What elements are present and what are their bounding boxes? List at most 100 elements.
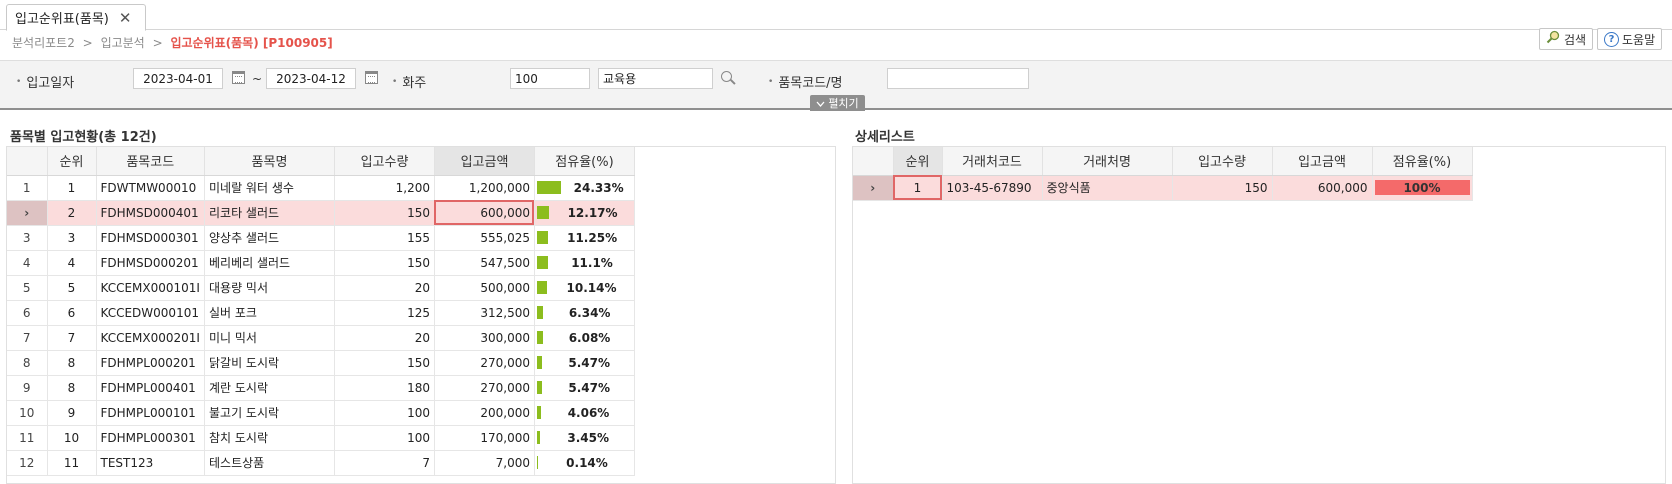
name-cell[interactable]: 대용량 믹서 — [204, 275, 335, 301]
name-cell[interactable]: 실버 포크 — [204, 300, 335, 326]
code-cell[interactable]: FDHMSD000201 — [96, 250, 205, 276]
rank-cell[interactable]: 1 — [47, 175, 97, 201]
column-header-qty[interactable]: 입고수량 — [334, 147, 435, 176]
rank-cell[interactable]: 5 — [47, 275, 97, 301]
share-cell[interactable]: 5.47% — [534, 350, 635, 376]
amount-cell[interactable]: 555,025 — [434, 225, 535, 251]
share-cell[interactable]: 11.25% — [534, 225, 635, 251]
row-index-cell[interactable]: 6 — [7, 300, 48, 326]
table-row[interactable]: › 2 FDHMSD000401 리코타 샐러드 150 600,000 12.17% — [7, 200, 635, 226]
table-row[interactable]: 4 4 FDHMSD000201 베리베리 샐러드 150 547,500 11.1% — [7, 250, 635, 276]
row-index-cell[interactable]: 10 — [7, 400, 48, 426]
column-header-code[interactable]: 품목코드 — [96, 147, 205, 176]
column-header-vendor-code[interactable]: 거래처코드 — [942, 147, 1043, 176]
help-button[interactable]: ? 도움말 — [1597, 28, 1663, 50]
rank-cell[interactable]: 1 — [893, 175, 943, 201]
share-cell[interactable]: 3.45% — [534, 425, 635, 451]
amount-cell[interactable]: 300,000 — [434, 325, 535, 351]
qty-cell[interactable]: 150 — [1172, 175, 1273, 201]
rank-cell[interactable]: 9 — [47, 400, 97, 426]
rank-cell[interactable]: 8 — [47, 375, 97, 401]
table-row[interactable]: 11 10 FDHMPL000301 참치 도시락 100 170,000 3.45% — [7, 425, 635, 451]
qty-cell[interactable]: 20 — [334, 325, 435, 351]
code-cell[interactable]: FDHMSD000401 — [96, 200, 205, 226]
table-row[interactable]: 9 8 FDHMPL000401 계란 도시락 180 270,000 5.47% — [7, 375, 635, 401]
qty-cell[interactable]: 155 — [334, 225, 435, 251]
row-index-cell[interactable]: 11 — [7, 425, 48, 451]
amount-cell[interactable]: 270,000 — [434, 375, 535, 401]
share-cell[interactable]: 6.08% — [534, 325, 635, 351]
column-header-rank[interactable]: 순위 — [47, 147, 97, 176]
qty-cell[interactable]: 150 — [334, 200, 435, 226]
code-cell[interactable]: 103-45-67890 — [942, 175, 1043, 201]
breadcrumb-item[interactable]: 분석리포트2 — [12, 36, 75, 50]
row-index-cell[interactable]: 5 — [7, 275, 48, 301]
amount-cell[interactable]: 270,000 — [434, 350, 535, 376]
name-cell[interactable]: 테스트상품 — [204, 450, 335, 476]
name-cell[interactable]: 양상추 샐러드 — [204, 225, 335, 251]
table-row[interactable]: 5 5 KCCEMX000101I 대용량 믹서 20 500,000 10.14% — [7, 275, 635, 301]
amount-cell[interactable]: 1,200,000 — [434, 175, 535, 201]
row-index-cell[interactable]: 1 — [7, 175, 48, 201]
rank-cell[interactable]: 3 — [47, 225, 97, 251]
code-cell[interactable]: KCCEMX000101I — [96, 275, 205, 301]
share-cell[interactable]: 11.1% — [534, 250, 635, 276]
name-cell[interactable]: 리코타 샐러드 — [204, 200, 335, 226]
rank-cell[interactable]: 8 — [47, 350, 97, 376]
rank-cell[interactable]: 4 — [47, 250, 97, 276]
qty-cell[interactable]: 7 — [334, 450, 435, 476]
column-header-share[interactable]: 점유율(%) — [534, 147, 635, 176]
share-cell[interactable]: 5.47% — [534, 375, 635, 401]
table-row[interactable]: 6 6 KCCEDW000101 실버 포크 125 312,500 6.34% — [7, 300, 635, 326]
date-to-input[interactable]: 2023-04-12 — [266, 68, 356, 89]
row-index-cell[interactable]: 8 — [7, 350, 48, 376]
table-row[interactable]: 7 7 KCCEMX000201I 미니 믹서 20 300,000 6.08% — [7, 325, 635, 351]
tab-stock-ranking[interactable]: 입고순위표(품목) ✕ — [6, 4, 146, 31]
amount-cell[interactable]: 7,000 — [434, 450, 535, 476]
rank-cell[interactable]: 10 — [47, 425, 97, 451]
amount-cell[interactable]: 500,000 — [434, 275, 535, 301]
rank-cell[interactable]: 7 — [47, 325, 97, 351]
table-row[interactable]: 1 1 FDWTMW00010 미네랄 워터 생수 1,200 1,200,000 24.3… — [7, 175, 635, 201]
row-index-cell[interactable]: › — [7, 200, 48, 226]
row-index-cell[interactable]: 9 — [7, 375, 48, 401]
item-code-input[interactable] — [887, 68, 1029, 89]
owner-code-input[interactable]: 100 — [510, 68, 590, 89]
name-cell[interactable]: 닭갈비 도시락 — [204, 350, 335, 376]
qty-cell[interactable]: 20 — [334, 275, 435, 301]
share-cell[interactable]: 12.17% — [534, 200, 635, 226]
name-cell[interactable]: 계란 도시락 — [204, 375, 335, 401]
share-cell[interactable]: 4.06% — [534, 400, 635, 426]
search-button[interactable]: 검색 — [1539, 28, 1594, 50]
table-row[interactable]: 10 9 FDHMPL000101 불고기 도시락 100 200,000 4.06% — [7, 400, 635, 426]
name-cell[interactable]: 미니 믹서 — [204, 325, 335, 351]
code-cell[interactable]: FDHMPL000201 — [96, 350, 205, 376]
row-index-cell[interactable]: 12 — [7, 450, 48, 476]
qty-cell[interactable]: 150 — [334, 250, 435, 276]
qty-cell[interactable]: 1,200 — [334, 175, 435, 201]
name-cell[interactable]: 베리베리 샐러드 — [204, 250, 335, 276]
code-cell[interactable]: FDWTMW00010 — [96, 175, 205, 201]
owner-name-input[interactable]: 교육용 — [598, 68, 713, 89]
name-cell[interactable]: 불고기 도시락 — [204, 400, 335, 426]
column-header-name[interactable]: 품목명 — [204, 147, 335, 176]
code-cell[interactable]: KCCEDW000101 — [96, 300, 205, 326]
name-cell[interactable]: 중앙식품 — [1042, 175, 1173, 201]
share-cell[interactable]: 10.14% — [534, 275, 635, 301]
code-cell[interactable]: FDHMPL000401 — [96, 375, 205, 401]
code-cell[interactable]: FDHMSD000301 — [96, 225, 205, 251]
amount-cell[interactable]: 200,000 — [434, 400, 535, 426]
calendar-icon[interactable] — [365, 71, 378, 84]
qty-cell[interactable]: 150 — [334, 350, 435, 376]
rank-cell[interactable]: 6 — [47, 300, 97, 326]
calendar-icon[interactable] — [232, 71, 245, 84]
code-cell[interactable]: FDHMPL000101 — [96, 400, 205, 426]
expand-toggle[interactable]: 펼치기 — [810, 95, 865, 111]
share-cell[interactable]: 100% — [1372, 175, 1473, 201]
rank-cell[interactable]: 2 — [47, 200, 97, 226]
column-header-qty[interactable]: 입고수량 — [1172, 147, 1273, 176]
column-header-rank[interactable]: 순위 — [893, 147, 943, 176]
column-header-share[interactable]: 점유율(%) — [1372, 147, 1473, 176]
column-header-vendor-name[interactable]: 거래처명 — [1042, 147, 1173, 176]
amount-cell[interactable]: 170,000 — [434, 425, 535, 451]
